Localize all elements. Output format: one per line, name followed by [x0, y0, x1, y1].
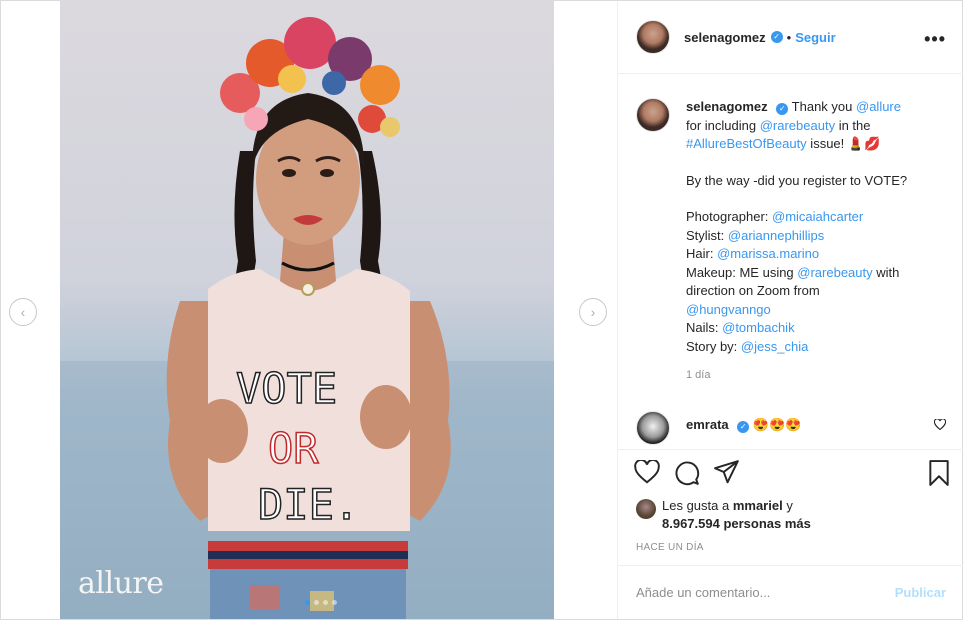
post-timestamp[interactable]: HACE UN DÍA: [636, 542, 704, 553]
verified-badge-icon: ✓: [776, 103, 789, 115]
carousel-indicator: [305, 600, 337, 605]
likes-count[interactable]: 8.967.594: [662, 516, 720, 531]
caption-avatar[interactable]: [636, 98, 670, 132]
bookmark-icon[interactable]: [928, 460, 950, 486]
likes-text[interactable]: personas más: [720, 516, 810, 531]
add-comment-section: Publicar: [618, 565, 963, 620]
mention-link[interactable]: @marissa.marino: [717, 246, 819, 261]
post-header: selenagomez ✓ • Seguir •••: [618, 1, 963, 74]
comment-like-heart-icon[interactable]: [933, 418, 947, 433]
comment-icon[interactable]: [674, 460, 700, 486]
comment-body: 😍😍😍: [752, 417, 802, 432]
caption-line: for including: [686, 117, 760, 133]
post-side-panel: selenagomez ✓ • Seguir ••• selenagomez ✓…: [617, 1, 963, 619]
comment-text: emrata ✓ 😍😍😍: [686, 417, 801, 433]
post-photo[interactable]: VOTE OR DIE. allure: [60, 1, 554, 619]
comment-input[interactable]: [634, 584, 878, 601]
mention-link[interactable]: @micaiahcarter: [772, 209, 863, 224]
credit-label: with: [872, 264, 900, 280]
caption-timestamp[interactable]: 1 día: [686, 366, 944, 385]
likes-summary: Les gusta a mmariel y 8.967.594 personas…: [636, 497, 811, 533]
chevron-right-icon[interactable]: ›: [579, 298, 607, 326]
publish-button[interactable]: Publicar: [895, 585, 946, 600]
instagram-post-window: ‹ VOTE OR DIE. allure › selenagomez ✓ • …: [0, 0, 963, 620]
svg-text:DIE.: DIE.: [258, 480, 359, 529]
allure-watermark: allure: [78, 566, 164, 601]
mention-link[interactable]: @rarebeauty: [797, 265, 872, 280]
separator-bullet: •: [786, 29, 792, 45]
more-options-icon[interactable]: •••: [924, 29, 946, 50]
caption-line: Thank you: [791, 99, 856, 114]
mention-link[interactable]: @hungvanngo: [686, 302, 771, 317]
credit-label: Story by:: [686, 338, 741, 354]
comment-avatar[interactable]: [636, 411, 670, 445]
credit-label: Hair:: [686, 246, 718, 261]
mention-link[interactable]: @jess_chia: [741, 339, 808, 354]
post-actions: Les gusta a mmariel y 8.967.594 personas…: [618, 449, 963, 553]
likes-text: y: [782, 498, 793, 513]
svg-text:VOTE: VOTE: [236, 364, 337, 413]
likes-text: Les gusta a: [662, 498, 733, 513]
caption-line: issue! 💄💋: [806, 136, 881, 151]
photo-illustration: VOTE OR DIE.: [60, 17, 554, 619]
header-username[interactable]: selenagomez: [684, 30, 766, 45]
mention-link[interactable]: @ariannephillips: [728, 228, 824, 243]
comments-list[interactable]: selenagomez ✓ Thank you @allure for incl…: [618, 74, 963, 449]
mention-link[interactable]: @rarebeauty: [760, 118, 835, 133]
carousel-dot: [314, 600, 319, 605]
verified-badge-icon: ✓: [770, 31, 783, 43]
verified-badge-icon: ✓: [737, 421, 750, 433]
caption-line: direction on Zoom from: [686, 283, 820, 298]
chevron-left-icon[interactable]: ‹: [9, 298, 37, 326]
hashtag-link[interactable]: #AllureBestOfBeauty: [686, 136, 807, 151]
credit-label: Nails:: [686, 320, 723, 335]
svg-text:OR: OR: [268, 424, 319, 473]
liker-username[interactable]: mmariel: [733, 498, 783, 513]
carousel-dot: [332, 600, 337, 605]
mention-link[interactable]: @tombachik: [722, 320, 794, 335]
avatar[interactable]: [636, 20, 670, 54]
comment-username[interactable]: emrata: [686, 417, 729, 432]
credit-label: Makeup: ME using: [686, 264, 798, 280]
heart-icon[interactable]: [634, 460, 660, 484]
send-icon[interactable]: [714, 460, 740, 484]
caption-line: By the way -did you register to VOTE?: [686, 172, 908, 188]
mention-link[interactable]: @allure: [856, 99, 901, 114]
caption-text: selenagomez ✓ Thank you @allure for incl…: [686, 98, 944, 385]
follow-button[interactable]: Seguir: [795, 30, 835, 45]
avatar[interactable]: [636, 499, 656, 519]
list-item: emrata ✓ 😍😍😍: [636, 411, 946, 445]
action-icons: [634, 460, 740, 486]
carousel-dot: [323, 600, 328, 605]
credit-label: Photographer:: [686, 209, 773, 224]
caption-username[interactable]: selenagomez: [686, 99, 768, 114]
carousel-dot: [305, 600, 310, 605]
credit-label: Stylist:: [686, 227, 728, 243]
caption-line: in the: [835, 117, 871, 133]
